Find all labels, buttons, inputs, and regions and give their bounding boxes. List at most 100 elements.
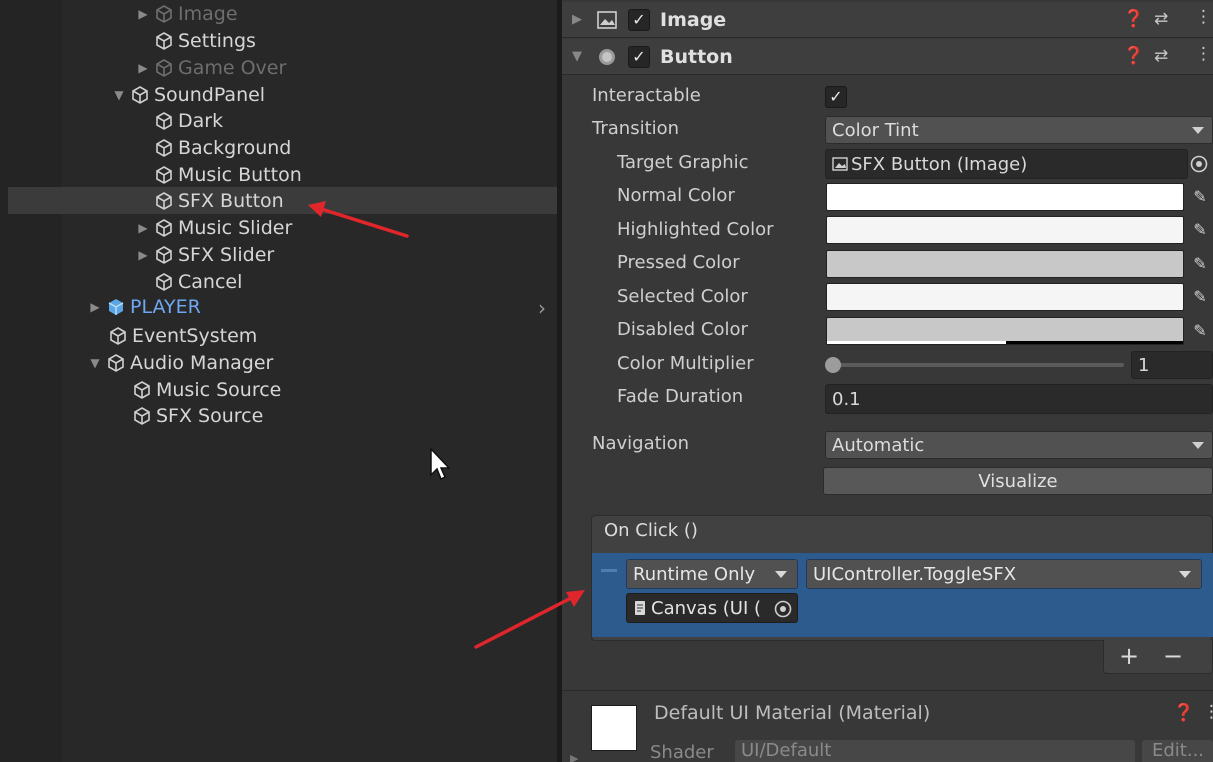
- script-icon: [635, 601, 645, 615]
- color-multiplier-slider-track[interactable]: [830, 363, 1124, 367]
- eyedropper-icon[interactable]: ✎: [1190, 287, 1210, 307]
- function-value: UIController.ToggleSFX: [813, 563, 1017, 585]
- hierarchy-item-label: Settings: [178, 30, 256, 52]
- gameobject-icon: [156, 219, 172, 237]
- hierarchy-item-game-over[interactable]: ▶ Game Over: [136, 55, 286, 81]
- hierarchy-item-sfx-source[interactable]: SFX Source: [132, 403, 263, 429]
- help-icon[interactable]: ❓: [1123, 46, 1144, 66]
- pressed-color-swatch[interactable]: [826, 250, 1184, 278]
- fold-right-icon[interactable]: ▶: [136, 7, 150, 21]
- fold-down-icon[interactable]: ▼: [572, 49, 582, 64]
- hierarchy-item-settings[interactable]: Settings: [154, 28, 256, 54]
- interactable-checkbox[interactable]: ✓: [825, 86, 847, 108]
- add-listener-button[interactable]: +: [1119, 642, 1139, 670]
- hierarchy-item-label: PLAYER: [130, 296, 201, 318]
- alpha-bar-empty: [1006, 341, 1183, 344]
- gameobject-icon: [156, 273, 172, 291]
- transition-label: Transition: [592, 118, 680, 139]
- color-multiplier-value: 1: [1138, 354, 1150, 376]
- kebab-menu-icon[interactable]: ⋮: [1195, 44, 1212, 64]
- color-multiplier-label: Color Multiplier: [617, 353, 754, 374]
- shader-label: Shader: [650, 742, 714, 762]
- navigation-dropdown[interactable]: Automatic: [825, 431, 1213, 459]
- eyedropper-icon[interactable]: ✎: [1190, 321, 1210, 341]
- fold-down-icon[interactable]: ▼: [88, 356, 102, 370]
- on-click-title: On Click (): [604, 520, 698, 541]
- event-target-field[interactable]: Canvas (UI (: [626, 593, 798, 623]
- runtime-mode-dropdown[interactable]: Runtime Only: [626, 559, 798, 589]
- gameobject-icon: [156, 246, 172, 264]
- fold-right-icon[interactable]: ▶: [572, 12, 582, 27]
- hierarchy-item-sfx-slider[interactable]: ▶ SFX Slider: [136, 242, 274, 268]
- remove-listener-button[interactable]: −: [1163, 642, 1183, 670]
- chevron-right-icon[interactable]: ›: [538, 296, 546, 320]
- image-enabled-checkbox[interactable]: ✓: [628, 9, 650, 31]
- drag-handle[interactable]: [601, 569, 617, 572]
- fade-duration-input[interactable]: 0.1: [825, 384, 1213, 414]
- chevron-down-icon: [775, 571, 787, 578]
- hierarchy-item-music-source[interactable]: Music Source: [132, 377, 281, 403]
- hierarchy-item-label: SFX Button: [178, 190, 284, 212]
- hierarchy-item-music-slider[interactable]: ▶ Music Slider: [136, 215, 292, 241]
- pressed-color-label: Pressed Color: [617, 252, 740, 273]
- target-graphic-field[interactable]: SFX Button (Image): [825, 149, 1188, 179]
- hierarchy-item-image[interactable]: ▶ Image: [136, 1, 237, 27]
- hierarchy-item-audio-manager[interactable]: ▼ Audio Manager: [88, 350, 273, 376]
- hierarchy-item-music-button[interactable]: Music Button: [154, 162, 302, 188]
- image-component-header[interactable]: ▶ ✓ Image ❓ ⇄ ⋮: [562, 2, 1213, 38]
- material-title: Default UI Material (Material): [654, 702, 931, 724]
- hierarchy-item-label: Audio Manager: [130, 352, 274, 374]
- hierarchy-item-player[interactable]: ▶ PLAYER: [88, 294, 201, 320]
- function-dropdown[interactable]: UIController.ToggleSFX: [806, 559, 1202, 589]
- gameobject-icon: [134, 381, 150, 399]
- hierarchy-item-label: SoundPanel: [154, 84, 266, 106]
- highlighted-color-swatch[interactable]: [826, 216, 1184, 244]
- kebab-menu-icon[interactable]: ⋮: [1195, 7, 1212, 27]
- hierarchy-gutter: [0, 0, 62, 762]
- kebab-menu-icon[interactable]: ⋮: [1203, 702, 1213, 722]
- disabled-color-swatch[interactable]: [826, 317, 1184, 345]
- hierarchy-item-soundpanel[interactable]: ▼ SoundPanel: [112, 82, 265, 108]
- eyedropper-icon[interactable]: ✎: [1190, 187, 1210, 207]
- object-picker-icon[interactable]: [773, 599, 793, 619]
- eyedropper-icon[interactable]: ✎: [1190, 254, 1210, 274]
- shader-dropdown[interactable]: UI/Default: [735, 740, 1135, 762]
- hierarchy-item-cancel[interactable]: Cancel: [154, 269, 242, 295]
- fold-right-icon[interactable]: ▶: [136, 221, 150, 235]
- gameobject-icon: [132, 86, 148, 104]
- material-preview-thumbnail: [591, 705, 637, 751]
- eyedropper-icon[interactable]: ✎: [1190, 220, 1210, 240]
- color-multiplier-input[interactable]: 1: [1131, 351, 1213, 379]
- target-graphic-label: Target Graphic: [617, 152, 749, 173]
- fold-right-icon[interactable]: ▶: [88, 300, 102, 314]
- button-enabled-checkbox[interactable]: ✓: [628, 46, 650, 68]
- hierarchy-item-label: Music Button: [178, 164, 302, 186]
- button-component-header[interactable]: ▼ ✓ Button ❓ ⇄ ⋮: [562, 39, 1213, 75]
- selected-color-swatch[interactable]: [826, 283, 1184, 311]
- presets-icon[interactable]: ⇄: [1154, 9, 1168, 29]
- help-icon[interactable]: ❓: [1123, 9, 1144, 29]
- hierarchy-item-sfx-button[interactable]: SFX Button: [154, 188, 284, 214]
- shader-edit-button[interactable]: Edit...: [1142, 740, 1213, 762]
- fold-down-icon[interactable]: ▼: [112, 88, 126, 102]
- presets-icon[interactable]: ⇄: [1154, 46, 1168, 66]
- transition-dropdown[interactable]: Color Tint: [825, 116, 1213, 144]
- hierarchy-item-dark[interactable]: Dark: [154, 108, 223, 134]
- navigation-value: Automatic: [832, 434, 925, 456]
- hierarchy-item-background[interactable]: Background: [154, 135, 291, 161]
- object-picker-icon[interactable]: [1189, 154, 1209, 174]
- mouse-cursor-icon: [430, 447, 451, 481]
- normal-color-swatch[interactable]: [826, 183, 1184, 211]
- help-icon[interactable]: ❓: [1173, 703, 1194, 723]
- fold-right-icon[interactable]: ▶: [136, 61, 150, 75]
- fold-right-icon[interactable]: ▶: [570, 752, 578, 762]
- image-icon: [597, 10, 617, 29]
- image-icon: [832, 157, 848, 171]
- hierarchy-item-eventsystem[interactable]: EventSystem: [108, 323, 257, 349]
- visualize-button[interactable]: Visualize: [823, 467, 1213, 495]
- runtime-mode-value: Runtime Only: [633, 563, 756, 585]
- hierarchy-panel: ▶ Image Settings ▶ Game Over ▼ SoundPane…: [0, 0, 557, 762]
- gameobject-icon: [134, 407, 150, 425]
- color-multiplier-slider-handle[interactable]: [825, 357, 841, 373]
- fold-right-icon[interactable]: ▶: [136, 248, 150, 262]
